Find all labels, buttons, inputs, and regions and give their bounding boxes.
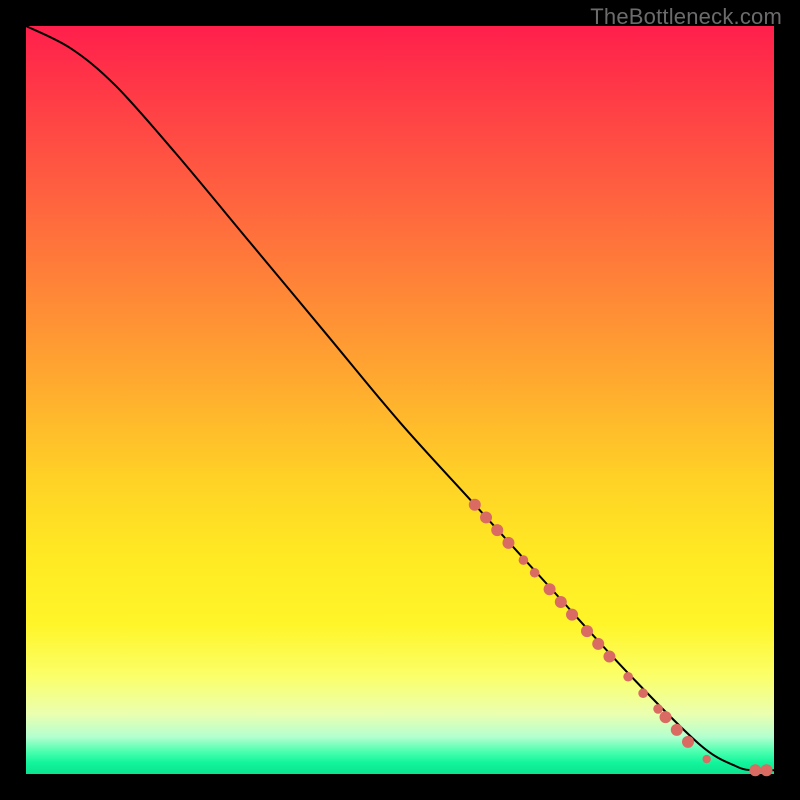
data-marker	[519, 555, 529, 565]
data-marker	[761, 764, 773, 776]
data-marker	[491, 524, 503, 536]
data-marker	[702, 755, 710, 763]
data-marker	[555, 596, 567, 608]
plot-outer	[26, 26, 774, 774]
data-marker	[671, 724, 683, 736]
bottleneck-curve	[26, 26, 752, 770]
data-marker	[653, 704, 663, 714]
data-marker	[502, 537, 514, 549]
data-marker	[638, 688, 648, 698]
data-marker	[480, 511, 492, 523]
data-marker	[660, 711, 672, 723]
data-marker	[530, 568, 540, 578]
data-marker	[749, 764, 761, 776]
chart-frame: TheBottleneck.com	[0, 0, 800, 800]
data-marker	[544, 583, 556, 595]
data-marker	[603, 651, 615, 663]
data-marker	[623, 672, 633, 682]
data-marker	[469, 499, 481, 511]
data-marker	[682, 736, 694, 748]
chart-svg	[26, 26, 774, 774]
data-markers-group	[469, 499, 773, 777]
data-marker	[566, 609, 578, 621]
data-marker	[581, 625, 593, 637]
data-marker	[592, 638, 604, 650]
